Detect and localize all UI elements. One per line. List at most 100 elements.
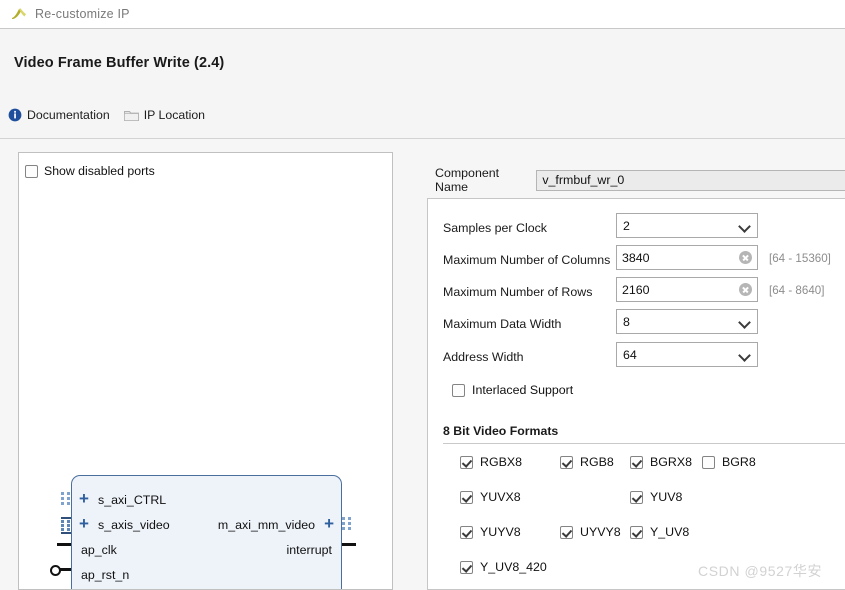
video-formats-row: YUYV8 UYVY8 Y_UV8 — [460, 525, 845, 560]
ip-customize-dialog: Re-customize IP Video Frame Buffer Write… — [0, 0, 845, 590]
page-title: Video Frame Buffer Write (2.4) — [14, 55, 225, 71]
format-label: YUYV8 — [480, 525, 521, 539]
format-checkbox-y-uv8[interactable]: Y_UV8 — [630, 525, 689, 539]
max-columns-input[interactable]: 3840 — [616, 245, 758, 270]
field-samples-per-clock: Samples per Clock — [443, 221, 547, 235]
block-diagram-panel: Show disabled ports + + + s_axi_CTRL s_a… — [18, 152, 393, 590]
video-formats-section-title: 8 Bit Video Formats — [443, 424, 559, 438]
address-width-value: 64 — [623, 347, 637, 362]
show-disabled-ports-checkbox[interactable] — [25, 164, 38, 178]
format-checkbox-yuyv8[interactable]: YUYV8 — [460, 525, 521, 539]
port-label-ap-clk: ap_clk — [81, 543, 117, 557]
ip-location-link[interactable]: IP Location — [123, 108, 206, 122]
section-divider — [443, 443, 845, 444]
max-rows-value: 2160 — [622, 282, 650, 297]
component-name-row: Component Name v_frmbuf_wr_0 — [435, 166, 845, 194]
port-label-ap-rst-n: ap_rst_n — [81, 568, 130, 582]
ip-location-link-label: IP Location — [143, 108, 206, 122]
format-checkbox-y-uv8-420[interactable]: Y_UV8_420 — [460, 560, 547, 574]
checkbox[interactable] — [702, 455, 715, 469]
show-disabled-ports-label: Show disabled ports — [44, 164, 155, 178]
checkbox[interactable] — [560, 455, 573, 469]
samples-per-clock-value: 2 — [623, 218, 630, 233]
window-titlebar: Re-customize IP — [0, 0, 845, 29]
port-label-interrupt: interrupt — [286, 543, 332, 557]
format-checkbox-rgb8[interactable]: RGB8 — [560, 455, 614, 469]
format-label: BGR8 — [722, 455, 756, 469]
expand-plus-icon-s-axis-video[interactable]: + — [79, 515, 89, 532]
port-pin-s-axis-video — [61, 517, 71, 534]
format-checkbox-yuvx8[interactable]: YUVX8 — [460, 490, 521, 504]
port-pin-m-axi-mm-video — [342, 517, 352, 531]
format-checkbox-bgr8[interactable]: BGR8 — [702, 455, 756, 469]
port-pin-interrupt — [342, 543, 356, 546]
format-label: BGRX8 — [650, 455, 693, 469]
checkbox[interactable] — [460, 490, 473, 504]
format-label: YUVX8 — [480, 490, 521, 504]
clear-icon[interactable] — [739, 251, 752, 264]
checkbox[interactable] — [630, 455, 643, 469]
checkbox[interactable] — [630, 525, 643, 539]
max-columns-value: 3840 — [622, 250, 650, 265]
interlaced-support-row[interactable]: Interlaced Support — [452, 383, 573, 397]
checkbox[interactable] — [560, 525, 573, 539]
max-data-width-value: 8 — [623, 314, 630, 329]
field-max-rows: Maximum Number of Rows — [443, 285, 592, 299]
format-checkbox-rgbx8[interactable]: RGBX8 — [460, 455, 522, 469]
port-label-s-axis-video: s_axis_video — [98, 518, 170, 532]
clear-icon[interactable] — [739, 283, 752, 296]
documentation-link[interactable]: Documentation — [8, 108, 110, 122]
chevron-down-icon — [740, 351, 751, 358]
port-pin-s-axi-ctrl — [61, 492, 71, 506]
field-label-max-columns: Maximum Number of Columns — [443, 253, 611, 267]
field-address-width: Address Width — [443, 350, 524, 364]
checkbox[interactable] — [630, 490, 643, 504]
ip-options-groupbox: Samples per Clock 2 Maximum Number of Co… — [427, 198, 845, 590]
show-disabled-ports-row[interactable]: Show disabled ports — [25, 164, 155, 178]
vivado-logo-icon — [10, 6, 28, 22]
video-formats-row: RGBX8 RGB8 BGRX8 BGR8 — [460, 455, 845, 490]
field-label-samples-per-clock: Samples per Clock — [443, 221, 547, 235]
format-label: Y_UV8_420 — [480, 560, 547, 574]
expand-plus-icon-m-axi-mm-video[interactable]: + — [324, 515, 334, 532]
max-rows-input[interactable]: 2160 — [616, 277, 758, 302]
interlaced-support-checkbox[interactable] — [452, 383, 465, 397]
port-pin-ap-rst-n — [50, 565, 71, 576]
format-checkbox-bgrx8[interactable]: BGRX8 — [630, 455, 692, 469]
field-label-address-width: Address Width — [443, 350, 524, 364]
port-label-m-axi-mm-video: m_axi_mm_video — [217, 518, 315, 532]
format-label: RGB8 — [580, 455, 614, 469]
field-max-columns: Maximum Number of Columns — [443, 253, 610, 267]
expand-plus-icon-s-axi-ctrl[interactable]: + — [79, 490, 89, 507]
panel-splitter[interactable] — [400, 140, 410, 590]
folder-icon — [123, 109, 139, 122]
ip-symbol-block: + + + s_axi_CTRL s_axis_video ap_clk ap_… — [50, 475, 356, 589]
component-name-input[interactable]: v_frmbuf_wr_0 — [536, 169, 845, 191]
dialog-header: Video Frame Buffer Write (2.4) Documenta… — [0, 29, 845, 139]
documentation-link-label: Documentation — [27, 108, 110, 122]
header-links: Documentation IP Location — [8, 108, 219, 122]
checkbox[interactable] — [460, 525, 473, 539]
field-max-data-width: Maximum Data Width — [443, 317, 561, 331]
chevron-down-icon — [740, 318, 751, 325]
field-label-max-rows: Maximum Number of Rows — [443, 285, 593, 299]
interlaced-support-label: Interlaced Support — [472, 383, 574, 397]
format-label: RGBX8 — [480, 455, 523, 469]
configuration-panel: Component Name v_frmbuf_wr_0 Samples per… — [410, 140, 845, 590]
info-circle-icon — [8, 108, 22, 122]
address-width-combo[interactable]: 64 — [616, 342, 758, 367]
window-title: Re-customize IP — [35, 7, 130, 21]
format-checkbox-uyvy8[interactable]: UYVY8 — [560, 525, 621, 539]
max-data-width-combo[interactable]: 8 — [616, 309, 758, 334]
format-checkbox-yuv8[interactable]: YUV8 — [630, 490, 682, 504]
field-label-max-data-width: Maximum Data Width — [443, 317, 562, 331]
port-label-s-axi-ctrl: s_axi_CTRL — [98, 493, 167, 507]
checkbox[interactable] — [460, 560, 473, 574]
watermark: CSDN @9527华安 — [698, 563, 823, 579]
component-name-label: Component Name — [435, 166, 500, 194]
samples-per-clock-combo[interactable]: 2 — [616, 213, 758, 238]
max-columns-range: [64 - 15360] — [769, 252, 831, 265]
format-label: YUV8 — [650, 490, 683, 504]
format-label: UYVY8 — [580, 525, 621, 539]
checkbox[interactable] — [460, 455, 473, 469]
